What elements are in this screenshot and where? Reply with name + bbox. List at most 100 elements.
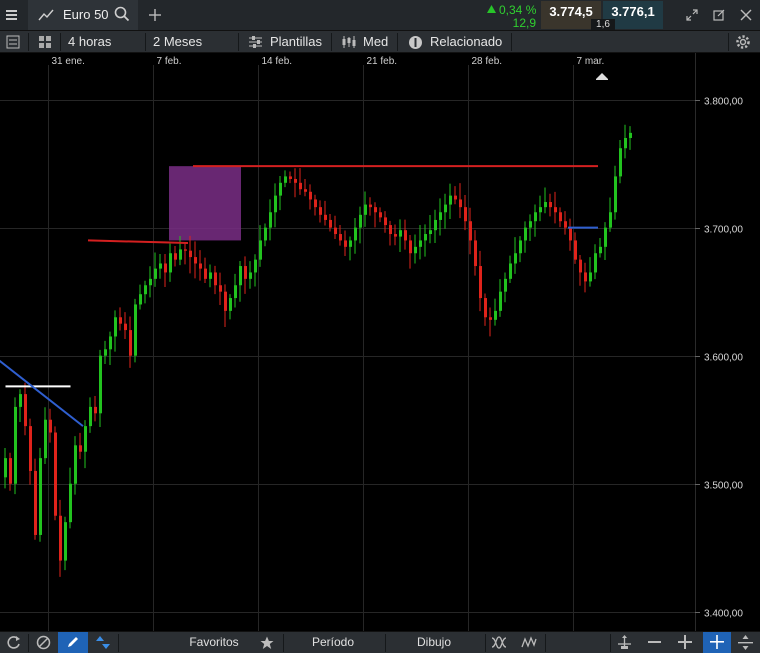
candle-body — [74, 445, 77, 484]
zoom-out-icon[interactable] — [648, 641, 661, 644]
favorites-button[interactable]: Favoritos — [178, 632, 250, 653]
candle-body — [64, 522, 67, 561]
candle-body — [319, 207, 322, 215]
add-tab-icon[interactable] — [148, 8, 162, 22]
crosshair-icon — [710, 635, 724, 649]
candle-body — [439, 212, 442, 220]
candle-body — [139, 294, 142, 305]
candle-body — [4, 458, 7, 478]
candle-body — [104, 349, 107, 356]
drawing-button[interactable]: Dibujo — [386, 632, 482, 653]
close-icon[interactable] — [740, 9, 752, 21]
candle-body — [434, 219, 437, 231]
candle-body — [624, 137, 627, 149]
candle-body — [574, 240, 577, 260]
candle-body — [354, 227, 357, 241]
candle-body — [594, 253, 597, 273]
candle-body — [339, 234, 342, 241]
candle-body — [189, 250, 192, 258]
candle-body — [604, 227, 607, 247]
studies-button[interactable]: Med — [363, 31, 388, 52]
candle-body — [289, 176, 292, 179]
candle-body — [329, 219, 332, 228]
candles-layer — [4, 124, 632, 577]
candle-body — [514, 253, 517, 264]
y-tick-label: 3.500,00 — [704, 481, 743, 492]
disable-icon[interactable] — [36, 635, 51, 650]
candle-body — [69, 483, 72, 523]
candle-body — [264, 227, 267, 241]
trend-line[interactable] — [0, 356, 84, 427]
zoom-in-icon[interactable] — [678, 635, 692, 649]
candle-body — [44, 419, 47, 459]
candle-body — [359, 214, 362, 228]
candle-body — [404, 230, 407, 241]
list-icon[interactable] — [6, 35, 20, 49]
y-tick-label: 3.700,00 — [704, 225, 743, 236]
candle-body — [584, 272, 587, 282]
popout-icon[interactable] — [713, 9, 725, 21]
chart-toolbar: 4 horas 2 Meses Plantillas Med Relaciona… — [0, 30, 760, 53]
candles-icon — [342, 36, 356, 48]
change-percent: 0,34 % — [499, 3, 537, 17]
candle-body — [184, 249, 187, 251]
candle-body — [449, 195, 452, 205]
price-chart[interactable]: 31 ene. 7 feb. 14 feb. 21 feb. 28 feb. 7 mar.… — [0, 53, 760, 631]
menu-icon[interactable] — [5, 7, 19, 23]
line-chart-icon — [38, 9, 54, 21]
search-icon[interactable] — [114, 6, 130, 22]
period-button[interactable]: Período — [284, 632, 382, 653]
candle-body — [559, 212, 562, 222]
change-absolute: 12,9 — [512, 16, 536, 30]
candle-body — [569, 227, 572, 241]
candle-body — [234, 285, 237, 299]
candle-body — [99, 355, 102, 414]
candle-body — [364, 204, 367, 215]
related-button[interactable]: Relacionado — [430, 31, 502, 52]
candle-body — [179, 249, 182, 260]
crosshair-curve-icon[interactable] — [491, 635, 507, 650]
candle-body — [129, 330, 132, 356]
refresh-icon[interactable] — [6, 635, 21, 650]
candle-body — [429, 230, 432, 235]
instrument-name: Euro 50 — [63, 7, 109, 22]
expand-icon[interactable] — [686, 9, 698, 21]
candle-body — [409, 240, 412, 254]
candle-body — [539, 207, 542, 213]
layout-grid-icon[interactable] — [38, 35, 52, 49]
range-select[interactable]: 2 Meses — [153, 31, 202, 52]
home-marker-icon[interactable] — [596, 73, 608, 80]
candle-body — [84, 426, 87, 452]
zigzag-icon[interactable] — [521, 635, 537, 650]
candle-body — [154, 268, 157, 279]
move-icon[interactable] — [617, 635, 632, 650]
candle-body — [279, 182, 282, 196]
candle-body — [499, 291, 502, 311]
templates-button[interactable]: Plantillas — [270, 31, 322, 52]
candle-body — [424, 234, 427, 241]
settings-gear-icon[interactable] — [735, 34, 751, 50]
candle-body — [469, 221, 472, 241]
sort-arrows-icon[interactable] — [96, 635, 110, 650]
candle-body — [484, 298, 487, 318]
draw-mode-button[interactable] — [58, 632, 88, 653]
candle-body — [249, 272, 252, 279]
candle-body — [544, 202, 547, 208]
crosshair-button[interactable] — [703, 632, 731, 653]
star-icon[interactable] — [260, 636, 274, 650]
candle-body — [349, 240, 352, 247]
candle-body — [294, 178, 297, 183]
related-icon — [409, 36, 422, 49]
chart-grid — [0, 53, 696, 631]
candle-body — [304, 189, 307, 192]
candle-body — [259, 240, 262, 260]
candle-body — [444, 204, 447, 213]
instrument-tab[interactable]: Euro 50 — [28, 0, 138, 30]
trend-line[interactable] — [87, 239, 189, 244]
candle-body — [474, 240, 477, 267]
candle-body — [209, 272, 212, 279]
candle-body — [94, 406, 97, 414]
candle-body — [34, 470, 37, 535]
fit-vertical-icon[interactable] — [738, 635, 753, 650]
interval-select[interactable]: 4 horas — [68, 31, 111, 52]
